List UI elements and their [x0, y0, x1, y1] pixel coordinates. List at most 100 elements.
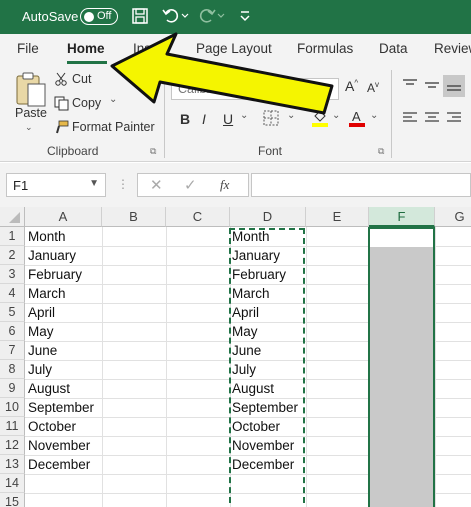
- undo-icon[interactable]: [161, 7, 189, 30]
- row-header-13[interactable]: 13: [0, 455, 25, 474]
- tab-review[interactable]: Review: [434, 41, 471, 56]
- confirm-entry-icon[interactable]: ✓: [184, 176, 197, 194]
- cell-a7[interactable]: June: [25, 341, 57, 360]
- paste-icon[interactable]: [14, 70, 48, 111]
- redo-icon[interactable]: [198, 7, 226, 30]
- row-header-4[interactable]: 4: [0, 284, 25, 303]
- clipboard-launcher-icon[interactable]: ⧉: [150, 146, 156, 157]
- formula-buttons: ✕ ✓ fx: [137, 173, 249, 197]
- column-header-a[interactable]: A: [25, 207, 102, 227]
- formula-bar: F1 ▼ ⋮ ✕ ✓ fx: [0, 163, 471, 208]
- row-header-14[interactable]: 14: [0, 474, 25, 493]
- cell-a6[interactable]: May: [25, 322, 54, 341]
- font-launcher-icon[interactable]: ⧉: [378, 146, 384, 157]
- paste-dropdown-icon[interactable]: ⌄: [25, 122, 33, 133]
- cut-button[interactable]: Cut: [72, 72, 91, 86]
- selection-border: [368, 227, 435, 507]
- borders-dropdown-icon[interactable]: ⌄: [287, 110, 295, 121]
- gridline: [306, 227, 307, 507]
- save-icon[interactable]: [131, 7, 149, 30]
- fill-color-icon[interactable]: [311, 108, 329, 131]
- cell-a9[interactable]: August: [25, 379, 70, 398]
- formula-bar-grip-icon: ⋮: [117, 177, 129, 191]
- tab-file[interactable]: File: [17, 41, 39, 56]
- svg-text:A: A: [352, 109, 361, 124]
- column-header-g[interactable]: G: [435, 207, 471, 227]
- fill-color-dropdown-icon[interactable]: ⌄: [332, 110, 340, 121]
- autosave-toggle[interactable]: Off: [80, 8, 118, 25]
- row-header-7[interactable]: 7: [0, 341, 25, 360]
- row-header-9[interactable]: 9: [0, 379, 25, 398]
- copy-icon[interactable]: [54, 96, 69, 114]
- row-header-11[interactable]: 11: [0, 417, 25, 436]
- copy-button[interactable]: Copy: [72, 96, 101, 110]
- select-all-corner[interactable]: [0, 207, 25, 227]
- row-header-1[interactable]: 1: [0, 227, 25, 246]
- align-left-icon[interactable]: [402, 111, 418, 128]
- title-bar: AutoSave Off: [0, 0, 471, 34]
- cell-a1[interactable]: Month: [25, 227, 66, 246]
- underline-dropdown-icon[interactable]: ⌄: [240, 110, 248, 121]
- row-header-8[interactable]: 8: [0, 360, 25, 379]
- paste-button[interactable]: Paste: [15, 106, 47, 120]
- cell-a10[interactable]: September: [25, 398, 94, 417]
- font-color-icon[interactable]: A: [348, 108, 366, 131]
- bold-button[interactable]: B: [180, 111, 190, 127]
- format-painter-button[interactable]: Format Painter: [72, 120, 155, 134]
- italic-button[interactable]: I: [202, 111, 206, 127]
- group-divider: [164, 70, 165, 158]
- customize-qat-icon[interactable]: [238, 7, 252, 30]
- column-header-d[interactable]: D: [230, 207, 306, 227]
- cut-icon[interactable]: [54, 72, 68, 89]
- formula-input[interactable]: [251, 173, 471, 197]
- cell-a2[interactable]: January: [25, 246, 76, 265]
- name-box-dropdown-icon[interactable]: ▼: [89, 178, 99, 189]
- tab-formulas[interactable]: Formulas: [297, 41, 353, 56]
- shrink-font-label: A: [367, 81, 376, 95]
- font-name-combo[interactable]: Calibri ▼: [171, 78, 339, 100]
- ribbon-tabs: File Home Insert Page Layout Formulas Da…: [0, 34, 471, 64]
- cell-a3[interactable]: February: [25, 265, 82, 284]
- column-header-e[interactable]: E: [306, 207, 369, 227]
- toggle-knob: [84, 11, 94, 22]
- group-divider: [391, 70, 392, 158]
- shrink-font-button[interactable]: Av: [367, 80, 379, 95]
- align-top-icon[interactable]: [402, 78, 418, 95]
- row-header-6[interactable]: 6: [0, 322, 25, 341]
- gridline: [102, 227, 103, 507]
- align-bottom-icon[interactable]: [443, 75, 465, 97]
- cell-a4[interactable]: March: [25, 284, 66, 303]
- insert-function-button[interactable]: fx: [220, 177, 229, 193]
- row-header-10[interactable]: 10: [0, 398, 25, 417]
- column-header-c[interactable]: C: [166, 207, 230, 227]
- format-painter-icon[interactable]: [54, 120, 69, 138]
- underline-button[interactable]: U: [223, 111, 233, 127]
- cell-a13[interactable]: December: [25, 455, 90, 474]
- cell-a11[interactable]: October: [25, 417, 76, 436]
- align-middle-icon[interactable]: [424, 78, 440, 95]
- cancel-entry-icon[interactable]: ✕: [150, 176, 163, 194]
- font-size-dropdown-icon[interactable]: ▼: [325, 82, 334, 92]
- font-color-dropdown-icon[interactable]: ⌄: [370, 110, 378, 121]
- column-header-f[interactable]: F: [369, 207, 435, 227]
- row-header-2[interactable]: 2: [0, 246, 25, 265]
- tab-data[interactable]: Data: [379, 41, 408, 56]
- tab-home[interactable]: Home: [67, 41, 105, 56]
- name-box[interactable]: F1 ▼: [6, 173, 106, 197]
- align-center-icon[interactable]: [424, 111, 440, 128]
- cell-a8[interactable]: July: [25, 360, 52, 379]
- tab-insert[interactable]: Insert: [133, 41, 167, 56]
- cell-a5[interactable]: April: [25, 303, 55, 322]
- tab-page-layout[interactable]: Page Layout: [196, 41, 272, 56]
- row-header-12[interactable]: 12: [0, 436, 25, 455]
- row-header-15[interactable]: 15: [0, 493, 25, 507]
- column-header-b[interactable]: B: [102, 207, 166, 227]
- borders-icon[interactable]: [263, 110, 279, 129]
- align-right-icon[interactable]: [446, 111, 462, 128]
- row-header-5[interactable]: 5: [0, 303, 25, 322]
- row-header-3[interactable]: 3: [0, 265, 25, 284]
- cell-a12[interactable]: November: [25, 436, 90, 455]
- ribbon: Paste ⌄ Cut Copy ⌄ Format Painter Clipbo…: [0, 64, 471, 162]
- grow-font-button[interactable]: A^: [345, 78, 358, 94]
- copy-dropdown-icon[interactable]: ⌄: [109, 94, 117, 105]
